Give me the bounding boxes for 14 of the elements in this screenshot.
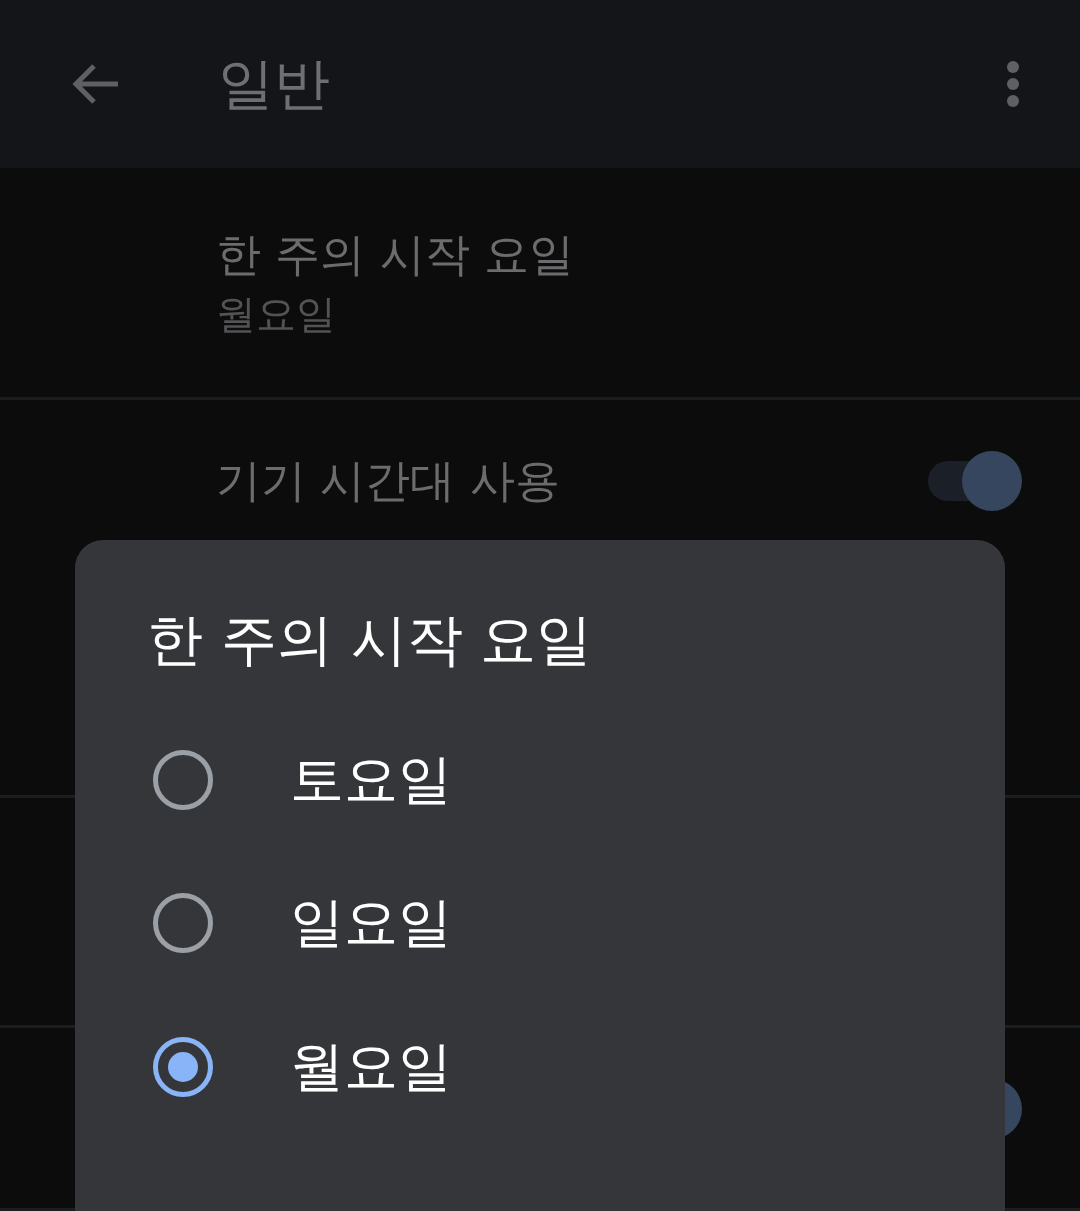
day-option[interactable]: 토요일 <box>75 708 1005 852</box>
day-option[interactable]: 일요일 <box>75 851 1005 995</box>
setting-title: 기기 시간대 사용 <box>216 453 560 509</box>
radio-button[interactable] <box>153 749 213 810</box>
dialog-title: 한 주의 시작 요일 <box>147 608 593 672</box>
radio-button[interactable] <box>153 893 213 954</box>
back-arrow-icon[interactable] <box>72 64 120 104</box>
setting-value: 월요일 <box>216 289 336 339</box>
radio-button[interactable] <box>153 1036 213 1097</box>
toggle-switch[interactable] <box>926 451 1022 511</box>
more-options-icon[interactable] <box>1006 60 1020 108</box>
day-option[interactable]: 월요일 <box>75 995 1005 1139</box>
setting-title: 한 주의 시작 요일 <box>216 226 574 283</box>
screen-title: 일반 <box>218 56 330 112</box>
